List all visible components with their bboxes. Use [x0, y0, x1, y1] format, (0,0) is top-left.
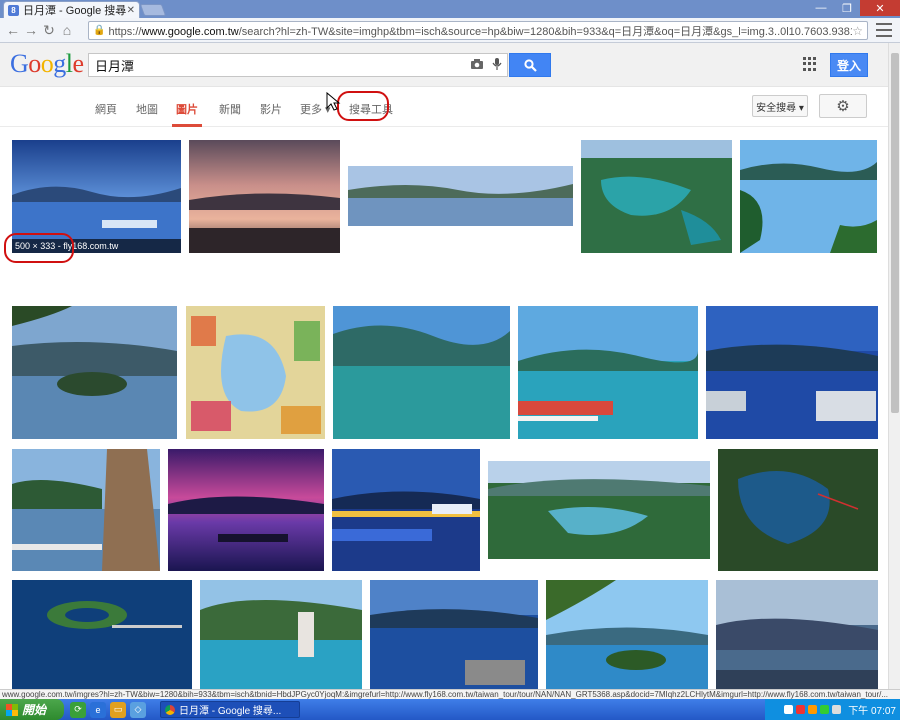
image-result[interactable]: [189, 140, 340, 253]
start-button[interactable]: 開始: [0, 699, 64, 720]
reload-icon[interactable]: ↻: [40, 21, 58, 39]
volume-icon[interactable]: [832, 705, 842, 714]
image-result[interactable]: [488, 461, 710, 559]
image-result[interactable]: [12, 580, 192, 689]
tab-videos[interactable]: 影片: [260, 101, 282, 117]
tray-icon[interactable]: [784, 705, 794, 714]
image-result[interactable]: [348, 166, 573, 226]
image-result[interactable]: [332, 449, 480, 571]
image-result[interactable]: [706, 306, 878, 439]
quick-launch: ⟳ e ▭ ◇: [70, 701, 150, 718]
taskbar-window-label: 日月潭 - Google 搜尋...: [179, 706, 282, 717]
browser-menu-icon[interactable]: [876, 23, 892, 37]
image-result[interactable]: [12, 449, 160, 571]
vertical-scrollbar[interactable]: [888, 43, 900, 689]
tab-web[interactable]: 網頁: [95, 101, 117, 117]
windows-taskbar: 開始 ⟳ e ▭ ◇ 日月潭 - Google 搜尋... 下午 07:07: [0, 699, 900, 720]
google-header: Google 日月潭 登入: [0, 43, 888, 87]
image-result[interactable]: [581, 140, 732, 253]
new-tab-button[interactable]: [139, 4, 167, 16]
lock-icon: 🔒: [93, 25, 106, 36]
page-viewport: Google 日月潭 登入 網頁 地圖 圖片 新聞 影片 更多 ▾ 搜尋工具 安…: [0, 43, 888, 689]
home-icon[interactable]: ⌂: [58, 21, 76, 39]
settings-gear-icon[interactable]: ⚙: [819, 94, 867, 118]
desktop-icon[interactable]: ◇: [130, 701, 146, 718]
chrome-icon: [165, 704, 175, 715]
camera-icon[interactable]: [467, 58, 487, 73]
start-label: 開始: [22, 703, 47, 717]
google-logo[interactable]: Google: [10, 49, 84, 79]
tab-close-icon[interactable]: ✕: [127, 5, 135, 16]
microphone-icon[interactable]: [487, 57, 507, 74]
image-result[interactable]: [716, 580, 878, 689]
annotation-circle: [4, 233, 74, 263]
signin-button[interactable]: 登入: [830, 53, 868, 77]
image-result[interactable]: [518, 306, 698, 439]
scrollbar-thumb[interactable]: [891, 53, 899, 413]
browser-toolbar: ← → ↻ ⌂ 🔒 https://www.google.com.tw/sear…: [0, 18, 900, 43]
image-result[interactable]: [200, 580, 362, 689]
image-result[interactable]: [546, 580, 708, 689]
search-icon: [523, 58, 537, 72]
url-text: https://www.google.com.tw/search?hl=zh-T…: [108, 25, 853, 38]
apps-grid-icon[interactable]: [803, 57, 817, 71]
search-button[interactable]: [509, 53, 551, 77]
browser-status-bar: www.google.com.tw/imgres?hl=zh-TW&biw=12…: [0, 689, 900, 699]
browser-tab-strip: 8 日月潭 - Google 搜尋 ✕ — ❐ ✕: [0, 0, 900, 18]
image-result[interactable]: [168, 449, 324, 571]
image-result[interactable]: [718, 449, 878, 571]
tab-title: 日月潭 - Google 搜尋: [23, 5, 127, 17]
back-arrow-icon[interactable]: ←: [4, 21, 22, 39]
safesearch-dropdown[interactable]: 安全搜尋 ▾: [752, 95, 808, 117]
forward-arrow-icon[interactable]: →: [22, 21, 40, 39]
bookmark-star-icon[interactable]: ☆: [852, 24, 863, 38]
window-controls: — ❐ ✕: [808, 0, 900, 18]
image-result[interactable]: [333, 306, 510, 439]
minimize-icon[interactable]: —: [808, 0, 834, 16]
ie-icon[interactable]: e: [90, 701, 106, 718]
windows-flag-icon: [6, 703, 18, 716]
quicklaunch-app-icon[interactable]: ⟳: [70, 701, 86, 718]
image-result[interactable]: [186, 306, 325, 439]
maximize-icon[interactable]: ❐: [834, 0, 860, 16]
search-query[interactable]: 日月潭: [95, 56, 467, 75]
folder-icon[interactable]: ▭: [110, 701, 126, 718]
search-input[interactable]: 日月潭: [88, 53, 508, 77]
image-result[interactable]: [740, 140, 877, 253]
window-close-icon[interactable]: ✕: [860, 0, 900, 16]
image-results-grid: 500 × 333 - fly168.com.tw: [0, 127, 888, 689]
tray-icon[interactable]: [820, 705, 830, 714]
tab-maps[interactable]: 地圖: [136, 101, 158, 117]
tab-news[interactable]: 新聞: [219, 101, 241, 117]
mouse-cursor-icon: [326, 91, 341, 111]
image-result[interactable]: [12, 306, 177, 439]
google-favicon-icon: 8: [8, 4, 19, 16]
tab-images[interactable]: 圖片: [176, 101, 198, 117]
system-tray: 下午 07:07: [765, 699, 900, 720]
browser-tab[interactable]: 8 日月潭 - Google 搜尋 ✕: [3, 1, 140, 18]
image-result[interactable]: [370, 580, 538, 689]
tray-icon[interactable]: [796, 705, 806, 714]
taskbar-window-button[interactable]: 日月潭 - Google 搜尋...: [160, 701, 300, 718]
tray-icon[interactable]: [808, 705, 818, 714]
address-bar[interactable]: 🔒 https://www.google.com.tw/search?hl=zh…: [88, 21, 868, 40]
clock[interactable]: 下午 07:07: [848, 702, 896, 717]
